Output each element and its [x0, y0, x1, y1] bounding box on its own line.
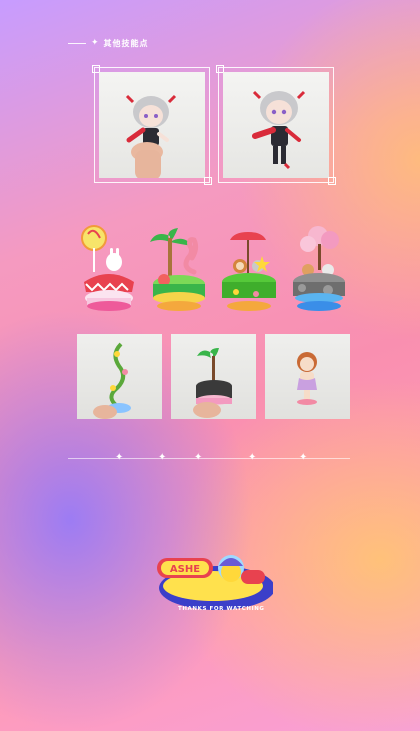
doll-figure-hand-photo	[99, 72, 205, 178]
figurine-photo-2[interactable]	[216, 65, 336, 185]
section-header: ✦ 其他技能点	[68, 38, 149, 49]
vine-tower-photo[interactable]	[77, 334, 162, 419]
section-title: 其他技能点	[103, 39, 149, 48]
palm-flamingo-cake-icon[interactable]	[148, 222, 210, 312]
title-line	[68, 43, 86, 44]
plant-cake-photo[interactable]	[171, 334, 256, 419]
sparkle-icon: ✦	[158, 452, 167, 463]
doll-figure-photo	[223, 72, 329, 178]
girl-figure-photo[interactable]	[265, 334, 350, 419]
sparkle-icon: ✦	[115, 452, 124, 463]
sparkle-icon: ✦	[248, 452, 257, 463]
cake-figure-row	[78, 210, 350, 312]
sparkle-icon: ✦	[194, 452, 203, 463]
candy-picnic-cake-icon[interactable]	[78, 222, 140, 312]
umbrella-garden-cake-icon[interactable]	[218, 222, 280, 312]
thanks-text: THANKS FOR WATCHING	[178, 606, 265, 612]
sparkle-icon: ✦	[299, 452, 308, 463]
figurine-photo-1[interactable]	[92, 65, 212, 185]
divider-line	[68, 458, 350, 459]
sakura-rock-cake-icon[interactable]	[288, 222, 350, 312]
logo-text: ASHE	[170, 564, 200, 575]
sparkle-icon: ✦	[91, 38, 99, 48]
